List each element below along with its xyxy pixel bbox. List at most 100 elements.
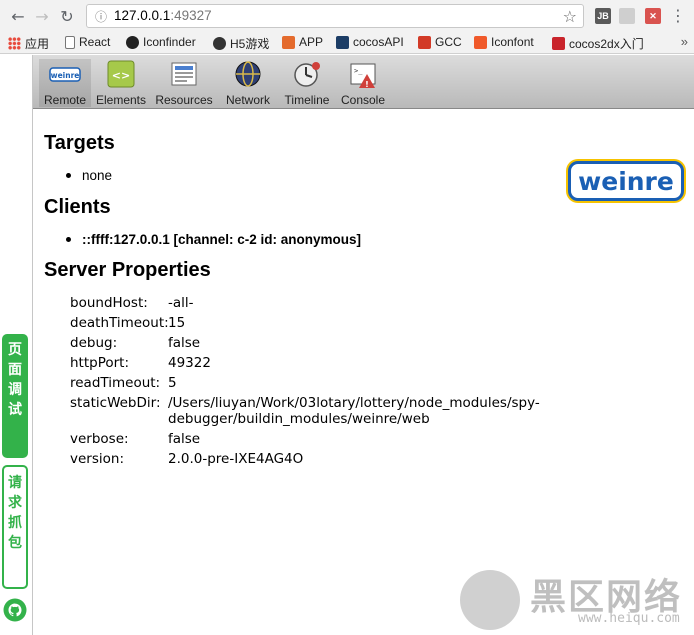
bookmark-label: 应用 [25,37,50,51]
bookmark-app[interactable]: APP [282,35,323,49]
tab-network-label: Network [225,93,270,107]
bookmark-h5[interactable]: H5游戏 [213,35,269,52]
bookmark-label: Iconfont [491,35,534,49]
app-icon [282,35,295,49]
weinre-logo: weinre [568,161,684,201]
h5-icon [213,37,226,50]
watermark: 黑区网络 www.heiqu.com [460,566,690,632]
svg-text:>_: >_ [354,67,363,75]
info-icon[interactable]: ⓘ [93,8,109,24]
bookmark-label: cocos2dx入门 [569,37,644,51]
property-row: version: 2.0.0-pre-IXE4AG4O [70,451,548,467]
apps-grid-icon [8,37,21,50]
watermark-url: www.heiqu.com [578,611,680,626]
bookmark-label: GCC [435,35,462,49]
page-debug-button[interactable]: 页面调试 [2,334,28,458]
property-row: debug: false [70,335,548,351]
tab-console-label: Console [340,93,386,107]
bookmarks-more-icon[interactable]: » [681,34,688,49]
targets-heading: Targets [44,132,115,154]
property-key: verbose: [70,431,129,447]
extension-jb-icon[interactable]: JB [595,8,611,24]
watermark-logo-icon [460,570,520,630]
property-row: deathTimeout: 15 [70,315,548,331]
property-value: false [168,431,201,447]
property-row: verbose: false [70,431,548,447]
bookmark-apps[interactable]: 应用 [8,35,49,52]
bookmark-iconfont[interactable]: Iconfont [474,35,534,49]
gcc-icon [418,35,431,49]
property-row: readTimeout: 5 [70,375,548,391]
server-properties-table: boundHost: -all- deathTimeout: 15 debug:… [70,295,548,471]
property-key: debug: [70,335,118,351]
bookmark-iconfinder[interactable]: Iconfinder [126,35,196,49]
elements-icon: <> [107,60,135,88]
request-capture-label: 请求抓包 [8,475,22,551]
tab-console[interactable]: >_ ! Console [338,59,388,107]
extension-gray-icon[interactable] [619,8,635,24]
property-value: /Users/liuyan/Work/03lotary/lottery/node… [168,395,540,427]
property-key: staticWebDir: [70,395,161,411]
property-row: httpPort: 49322 [70,355,548,371]
property-value: 49322 [168,355,211,371]
reload-button[interactable]: ↻ [57,6,77,26]
property-key: boundHost: [70,295,148,311]
target-item[interactable]: none [66,168,112,183]
github-icon[interactable] [3,598,27,622]
iconfinder-icon [126,35,139,49]
request-capture-button[interactable]: 请求抓包 [2,465,28,589]
bookmark-label: React [79,35,111,49]
client-item[interactable]: ::ffff:127.0.0.1 [channel: c-2 id: anony… [66,232,361,247]
tab-timeline-label: Timeline [284,93,330,107]
bookmark-label: APP [299,35,324,49]
property-value: 5 [168,375,177,391]
extension-red-icon[interactable]: ✕ [645,8,661,24]
server-properties-heading: Server Properties [44,259,211,281]
bookmark-star-icon[interactable]: ☆ [563,7,577,26]
bookmark-label: Iconfinder [143,35,196,49]
csdn-icon [552,37,565,50]
back-button[interactable]: ← [8,6,28,26]
url-text: 127.0.0.1:49327 [114,8,212,23]
bookmark-cocosapi[interactable]: cocosAPI [336,35,404,49]
property-value: false [168,335,201,351]
tab-resources[interactable]: Resources [154,59,214,107]
property-key: readTimeout: [70,375,161,391]
clients-heading: Clients [44,196,111,218]
svg-text:!: ! [365,80,369,89]
property-key: version: [70,451,124,467]
menu-icon[interactable]: ⋮ [670,6,686,25]
bookmark-label: H5游戏 [230,37,270,51]
tab-timeline[interactable]: Timeline [280,59,334,107]
tab-elements[interactable]: <> Elements [94,59,148,107]
tab-resources-label: Resources [155,93,213,107]
bookmark-cocos2dx[interactable]: cocos2dx入门 [552,35,644,52]
property-key: httpPort: [70,355,130,371]
weinre-icon: weinre [49,67,81,82]
property-row: staticWebDir: /Users/liuyan/Work/03lotar… [70,395,548,427]
bookmark-gcc[interactable]: GCC [418,35,462,49]
property-value: -all- [168,295,194,311]
weinre-toolbar: weinre Remote <> Elements Resources Netw… [33,55,694,109]
tab-remote-label: Remote [43,93,87,107]
bookmarks-bar: 应用 React Iconfinder H5游戏 APP cocosAPI GC… [0,32,694,54]
browser-toolbar: ← → ↻ ⓘ 127.0.0.1:49327 ☆ JB ✕ ⋮ [0,0,694,32]
cocos-icon [336,35,349,49]
page-debug-label: 页面调试 [8,342,22,418]
property-value: 15 [168,315,186,331]
console-icon: >_ ! [350,63,376,89]
forward-button[interactable]: → [32,6,52,26]
bookmark-label: cocosAPI [353,35,404,49]
timeline-icon [294,62,320,87]
tab-remote[interactable]: weinre Remote [39,59,91,107]
sidebar-divider [32,55,33,635]
address-bar[interactable]: ⓘ 127.0.0.1:49327 ☆ [86,4,584,28]
property-value: 2.0.0-pre-IXE4AG4O [168,451,304,467]
bookmark-react[interactable]: React [65,35,110,49]
svg-text:<>: <> [112,69,130,82]
page-icon [65,35,75,49]
property-row: boundHost: -all- [70,295,548,311]
tab-elements-label: Elements [95,93,147,107]
tab-network[interactable]: Network [222,59,274,107]
svg-text:weinre: weinre [51,71,80,80]
